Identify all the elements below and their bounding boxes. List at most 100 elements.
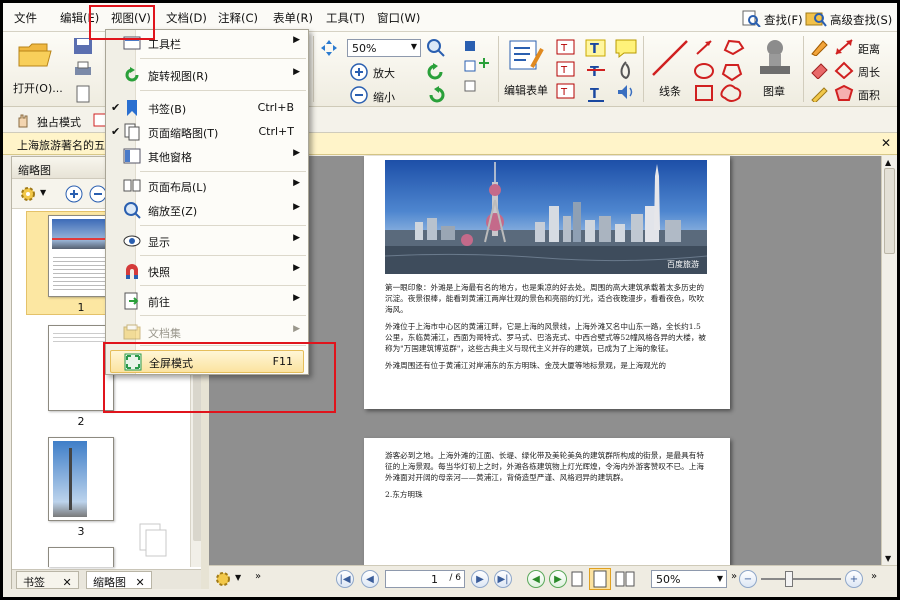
expand-icon[interactable]: » [871, 571, 877, 582]
first-page-button[interactable]: |◀ [336, 570, 354, 588]
zoom-in-icon[interactable] [349, 62, 369, 82]
shanghai-skyline-photo: 百度旅游 [385, 160, 707, 274]
facing-pages-icon[interactable] [614, 570, 636, 588]
go-back-button[interactable]: ◀ [527, 570, 545, 588]
menu-item-page-thumbnails[interactable]: ✔ 页面缩略图(T) Ctrl+T [106, 121, 308, 143]
area-icon[interactable] [833, 83, 855, 103]
exclusive-mode-button[interactable]: 独占模式 [37, 114, 81, 130]
lines-label[interactable]: 线条 [659, 83, 681, 99]
scroll-up-icon[interactable]: ▲ [885, 158, 891, 167]
document-page-1: 百度旅游 第一眼印象：外滩是上海最有名的地方，也是乘凉的好去处。周围的高大建筑承… [364, 156, 730, 409]
go-forward-button[interactable]: ▶ [549, 570, 567, 588]
edit-form-icon[interactable] [508, 38, 544, 72]
open-folder-icon[interactable] [17, 38, 53, 70]
tab-bookmarks[interactable]: 书签 ✕ [16, 571, 79, 589]
thumbnail-page-4[interactable] [48, 547, 114, 567]
document-tab-title[interactable]: 上海旅游著名的五 [17, 137, 105, 153]
zoom-slider-thumb[interactable] [785, 571, 793, 587]
zoom-tool-icon[interactable] [426, 38, 446, 58]
advanced-find-button[interactable]: 高级查找(S) [805, 9, 892, 30]
distance-icon[interactable] [833, 37, 855, 57]
document-scrollbar[interactable]: ▲ ▼ [881, 156, 897, 565]
zoom-out-label[interactable]: 缩小 [373, 89, 395, 105]
page-number-field[interactable]: 1 / 6 [385, 570, 465, 588]
open-label[interactable]: 打开(O)... [13, 80, 63, 96]
find-label: 查找(F) [764, 12, 803, 27]
stamp-label[interactable]: 图章 [763, 83, 785, 99]
zoom-combobox[interactable]: 50% ▼ [347, 39, 421, 57]
perimeter-label[interactable]: 周长 [858, 64, 880, 80]
pdf-reader-window: 文件 编辑(E) 视图(V) 文档(D) 注释(C) 表单(R) 工具(T) 窗… [3, 3, 897, 597]
line-tool-icon[interactable] [650, 38, 690, 78]
menu-item-snapshot[interactable]: 快照 ▶ [106, 260, 308, 282]
print-icon[interactable] [71, 60, 95, 80]
paragraph: 2.东方明珠 [385, 490, 423, 499]
zoom-out-icon[interactable] [349, 85, 369, 105]
menu-item-rotate-view[interactable]: 旋转视图(R) ▶ [106, 64, 308, 86]
area-label[interactable]: 面积 [858, 87, 880, 103]
menu-document[interactable]: 文档(D) [166, 10, 207, 26]
distance-label[interactable]: 距离 [858, 41, 880, 57]
scroll-down-icon[interactable]: ▼ [885, 554, 891, 563]
bookmark-icon [122, 99, 142, 117]
menu-tools[interactable]: 工具(T) [326, 10, 365, 26]
zoom-in-label[interactable]: 放大 [373, 65, 395, 81]
menu-item-display[interactable]: 显示 ▶ [106, 230, 308, 252]
fit-page-icon[interactable] [319, 38, 339, 58]
menu-form[interactable]: 表单(R) [273, 10, 313, 26]
zoom-in-button[interactable]: + [845, 570, 863, 588]
close-icon[interactable]: ✕ [136, 576, 145, 589]
menu-item-label: 页面布局(L) [148, 181, 207, 194]
shape-tools-icon[interactable] [693, 38, 747, 104]
zoom-slider[interactable] [761, 578, 841, 580]
menu-file[interactable]: 文件 [14, 10, 37, 26]
last-page-button[interactable]: ▶| [494, 570, 512, 588]
single-page-icon[interactable] [569, 570, 585, 588]
edit-form-label[interactable]: 编辑表单 [504, 82, 548, 98]
close-document-icon[interactable]: ✕ [881, 136, 891, 150]
highlighter-icon[interactable] [808, 37, 830, 57]
other-panes-icon [122, 147, 142, 165]
perimeter-icon[interactable] [833, 60, 855, 80]
rotate-right-icon[interactable] [425, 85, 447, 105]
page-number: 1 [431, 573, 438, 586]
expand-icon[interactable]: » [731, 571, 737, 582]
form-tools-icon[interactable] [462, 38, 492, 98]
status-zoom-combobox[interactable]: 50% ▼ [651, 570, 727, 588]
submenu-arrow-icon: ▶ [293, 178, 300, 188]
scroll-thumb[interactable] [884, 168, 895, 254]
gear-icon[interactable] [213, 569, 233, 589]
menu-window[interactable]: 窗口(W) [377, 10, 420, 26]
zoom-out-button[interactable]: − [739, 570, 757, 588]
menu-item-label: 书签(B) [148, 103, 187, 116]
zoom-in-thumb-icon[interactable] [64, 184, 84, 204]
pencil-icon[interactable] [808, 83, 830, 103]
advanced-find-icon [805, 9, 827, 30]
document-icon[interactable] [71, 84, 95, 104]
next-page-button[interactable]: ▶ [471, 570, 489, 588]
find-button[interactable]: 查找(F) [741, 9, 803, 30]
continuous-page-icon[interactable] [589, 568, 611, 590]
gear-icon[interactable] [18, 184, 38, 204]
previous-page-button[interactable]: ◀ [361, 570, 379, 588]
menu-item-other-panes[interactable]: 其他窗格 ▶ [106, 145, 308, 167]
hand-icon[interactable] [13, 111, 33, 129]
thumbnail-number: 2 [77, 415, 85, 428]
menu-item-page-layout[interactable]: 页面布局(L) ▶ [106, 175, 308, 197]
rotate-left-icon[interactable] [425, 62, 447, 82]
chevron-down-icon[interactable]: ▼ [235, 573, 241, 582]
text-field-tools-icon[interactable]: TTT [555, 38, 577, 102]
menu-comment[interactable]: 注释(C) [218, 10, 258, 26]
menu-item-zoom-to[interactable]: 缩放至(Z) ▶ [106, 199, 308, 221]
eraser-icon[interactable] [808, 60, 830, 80]
menu-item-go-to[interactable]: 前往 ▶ [106, 290, 308, 312]
thumbnail-page-3[interactable] [48, 437, 114, 521]
close-icon[interactable]: ✕ [63, 576, 72, 589]
chevron-down-icon[interactable]: ▼ [40, 188, 46, 197]
comment-tools-icon[interactable] [614, 38, 638, 102]
tab-thumbnails[interactable]: 缩略图 ✕ [86, 571, 152, 589]
stamp-icon[interactable] [755, 38, 795, 78]
text-markup-tools-icon[interactable]: TTT [584, 38, 608, 102]
menu-item-bookmarks[interactable]: ✔ 书签(B) Ctrl+B [106, 97, 308, 119]
expand-icon[interactable]: » [255, 571, 261, 582]
